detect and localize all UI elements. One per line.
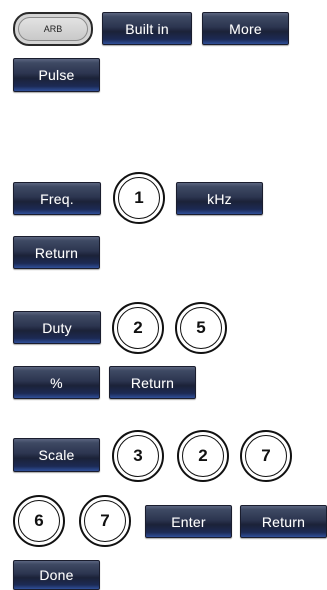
built-in-button[interactable]: Built in	[102, 12, 192, 45]
return-button[interactable]: Return	[13, 236, 100, 269]
arb-button-label: ARB	[18, 17, 88, 41]
more-button[interactable]: More	[202, 12, 289, 45]
digit-key-5[interactable]: 5	[175, 302, 227, 354]
digit-key-7[interactable]: 7	[240, 430, 292, 482]
digit-key-1-label: 1	[118, 177, 160, 219]
pulse-button[interactable]: Pulse	[13, 58, 100, 92]
digit-key-7-label: 7	[245, 435, 287, 477]
percent-button[interactable]: %	[13, 366, 100, 399]
digit-key-2[interactable]: 2	[112, 302, 164, 354]
digit-key-2-label: 2	[117, 307, 159, 349]
digit-key-5-label: 5	[180, 307, 222, 349]
return-button[interactable]: Return	[109, 366, 196, 399]
scale-button[interactable]: Scale	[13, 438, 100, 472]
done-button[interactable]: Done	[13, 560, 100, 590]
khz-button[interactable]: kHz	[176, 182, 263, 215]
return-button[interactable]: Return	[240, 505, 327, 538]
digit-key-6[interactable]: 6	[13, 495, 65, 547]
digit-key-3[interactable]: 3	[112, 430, 164, 482]
arb-button[interactable]: ARB	[13, 12, 93, 46]
digit-key-6-label: 6	[18, 500, 60, 542]
digit-key-3-label: 3	[117, 435, 159, 477]
duty-button[interactable]: Duty	[13, 311, 101, 344]
enter-button[interactable]: Enter	[145, 505, 232, 538]
freq-button[interactable]: Freq.	[13, 182, 101, 215]
digit-key-1[interactable]: 1	[113, 172, 165, 224]
digit-key-7-label: 7	[84, 500, 126, 542]
digit-key-2-label: 2	[182, 435, 224, 477]
digit-key-7[interactable]: 7	[79, 495, 131, 547]
digit-key-2[interactable]: 2	[177, 430, 229, 482]
